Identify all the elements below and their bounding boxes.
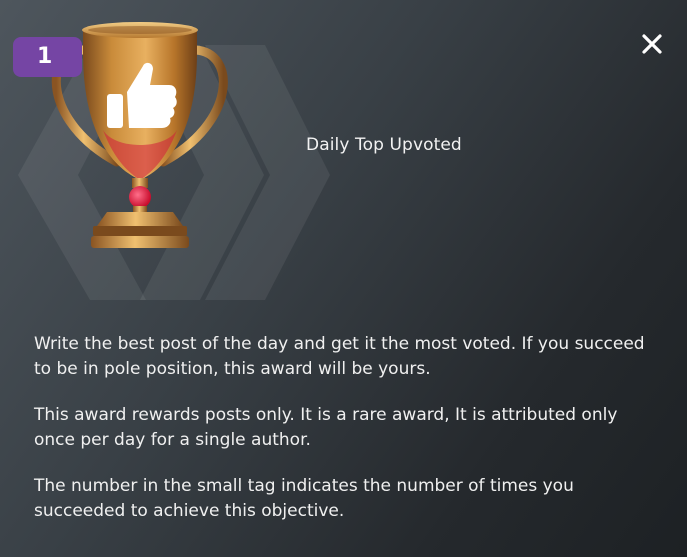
award-title: Daily Top Upvoted [306, 135, 462, 155]
description-paragraph: The number in the small tag indicates th… [34, 476, 574, 521]
award-count-badge: 1 [13, 37, 82, 77]
award-modal: 1 Daily Top Upvoted Write the best post … [0, 0, 687, 557]
award-description: Write the best post of the day and get i… [34, 332, 654, 545]
close-button[interactable] [636, 28, 668, 60]
close-icon [642, 34, 662, 54]
description-paragraph: This award rewards posts only. It is a r… [34, 405, 618, 450]
description-paragraph: Write the best post of the day and get i… [34, 334, 645, 379]
